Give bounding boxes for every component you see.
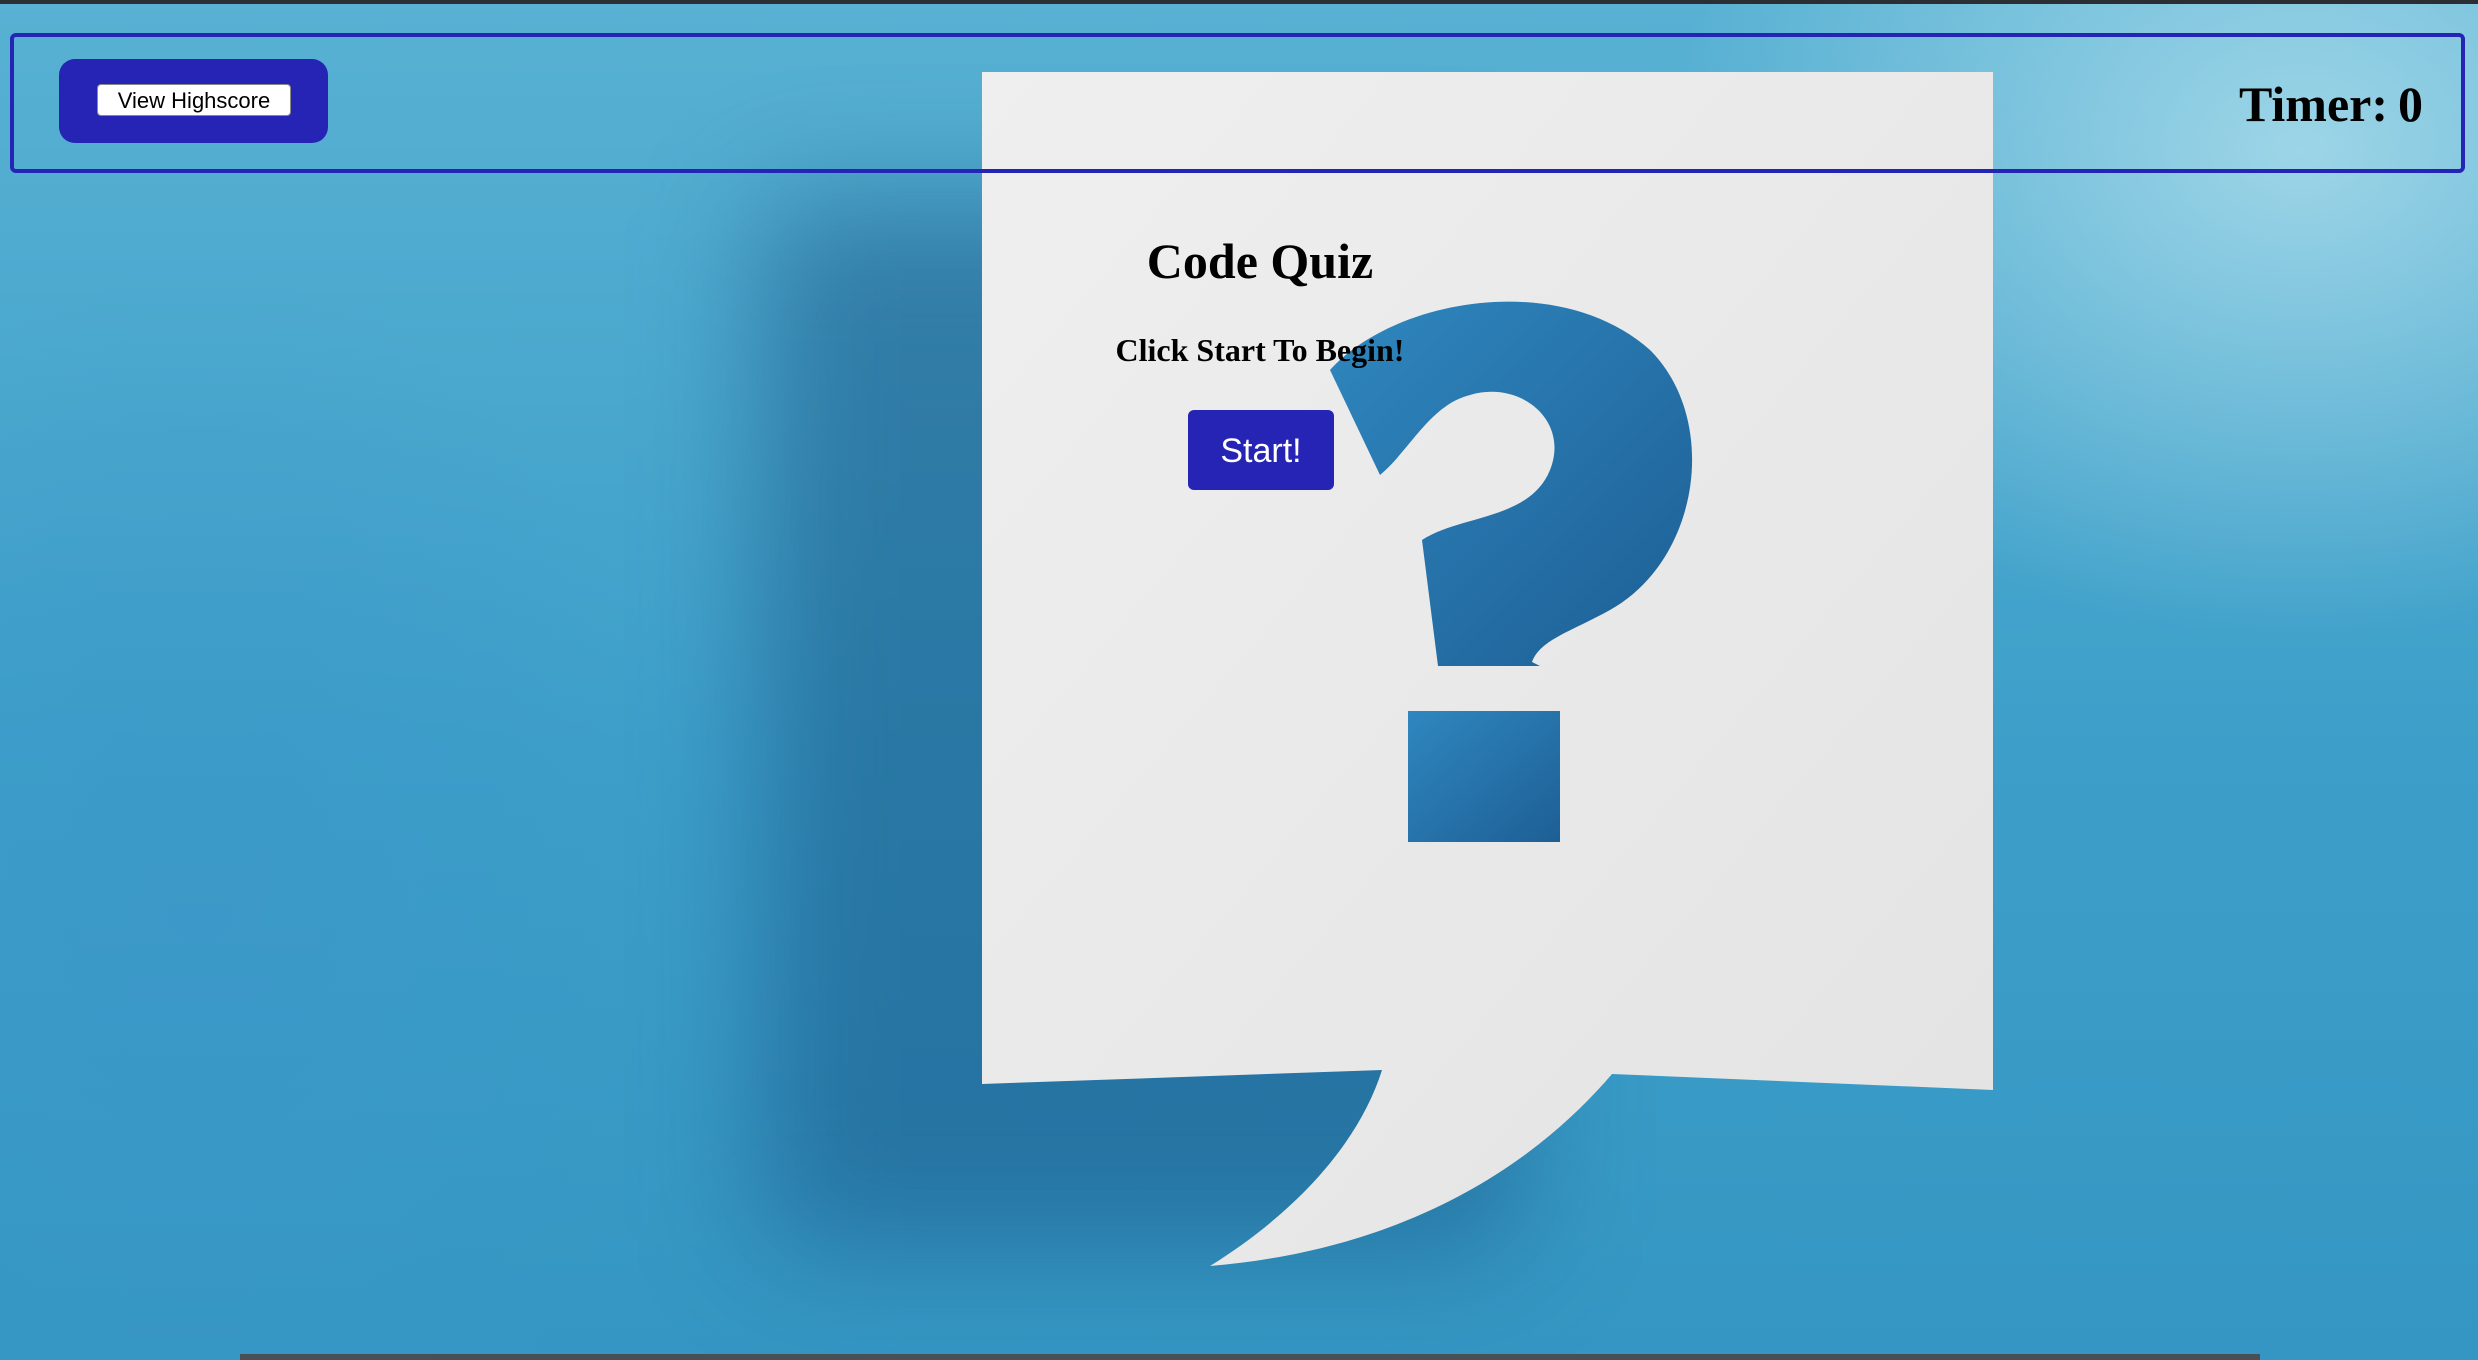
view-highscore-button[interactable]: View Highscore [97,84,291,116]
question-mark-bubble-icon [982,72,1993,1266]
page-title: Code Quiz [1146,233,1374,289]
timer-label: Timer: [2238,76,2388,132]
timer: Timer: 0 [2239,75,2423,133]
timer-value: 0 [2398,76,2423,132]
highscore-container: View Highscore [59,59,328,143]
window-bottom-edge [240,1354,2260,1360]
instructions-text: Click Start To Begin! [1115,332,1405,368]
top-header: View Highscore Timer: 0 [10,33,2465,173]
window-top-edge [0,0,2478,4]
start-button[interactable]: Start! [1188,410,1334,490]
